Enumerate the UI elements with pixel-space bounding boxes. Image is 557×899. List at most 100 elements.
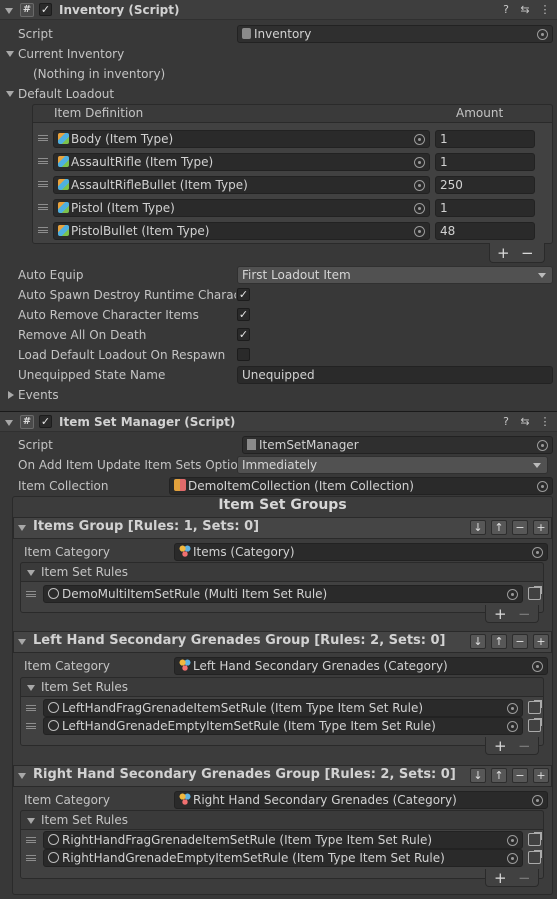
- item-set-rules-foldout-arrow[interactable]: [27, 685, 35, 691]
- open-external-icon[interactable]: [528, 718, 542, 732]
- inventory-enabled-checkbox[interactable]: ✓: [39, 3, 52, 16]
- drag-handle-icon[interactable]: [38, 181, 48, 187]
- move-group-down-button[interactable]: ↓: [470, 768, 486, 783]
- loadout-item-field[interactable]: Body (Item Type): [53, 130, 430, 148]
- auto-equip-dropdown[interactable]: First Loadout Item: [237, 266, 553, 284]
- item-set-manager-foldout-arrow[interactable]: [5, 420, 13, 426]
- drag-handle-icon[interactable]: [38, 204, 48, 210]
- object-picker-icon[interactable]: [414, 203, 425, 214]
- open-external-icon[interactable]: [528, 850, 542, 864]
- item-set-rules-foldout-arrow[interactable]: [27, 818, 35, 824]
- item-set-rule-field[interactable]: LeftHandFragGrenadeItemSetRule (Item Typ…: [43, 699, 523, 717]
- drag-handle-icon[interactable]: [26, 855, 36, 861]
- loadout-item-field[interactable]: AssaultRifleBullet (Item Type): [53, 176, 430, 194]
- add-group-button[interactable]: +: [533, 768, 549, 783]
- object-picker-icon[interactable]: [537, 481, 548, 492]
- presets-icon[interactable]: ⇆: [518, 415, 532, 429]
- events-foldout-arrow[interactable]: [8, 391, 14, 399]
- item-set-manager-header[interactable]: # ✓ Item Set Manager (Script) ? ⇆ ⋮: [0, 411, 557, 432]
- inventory-component-header[interactable]: # ✓ Inventory (Script) ? ⇆ ⋮: [0, 0, 557, 20]
- current-inventory-label[interactable]: Current Inventory: [18, 46, 124, 62]
- loadout-amount-input[interactable]: 48: [435, 222, 535, 240]
- move-group-up-button[interactable]: ↑: [491, 768, 507, 783]
- add-item-set-rule-button[interactable]: +: [494, 607, 507, 622]
- object-picker-icon[interactable]: [414, 226, 425, 237]
- drag-handle-icon[interactable]: [26, 723, 36, 729]
- help-icon[interactable]: ?: [499, 3, 513, 17]
- on-add-item-dropdown[interactable]: Immediately: [237, 456, 548, 474]
- move-group-down-button[interactable]: ↓: [470, 634, 486, 649]
- item-set-group-foldout-arrow[interactable]: [18, 639, 26, 645]
- object-picker-icon[interactable]: [414, 134, 425, 145]
- loadout-item-field[interactable]: Pistol (Item Type): [53, 199, 430, 217]
- object-picker-icon[interactable]: [537, 440, 548, 451]
- default-loadout-foldout-arrow[interactable]: [6, 91, 14, 97]
- loadout-item-field[interactable]: PistolBullet (Item Type): [53, 222, 430, 240]
- drag-handle-icon[interactable]: [26, 837, 36, 843]
- item-collection-field[interactable]: DemoItemCollection (Item Collection): [169, 477, 553, 495]
- loadout-item-field[interactable]: AssaultRifle (Item Type): [53, 153, 430, 171]
- unequipped-state-input[interactable]: Unequipped: [237, 366, 553, 384]
- object-picker-icon[interactable]: [532, 661, 543, 672]
- remove-loadout-item-button[interactable]: −: [521, 246, 534, 261]
- presets-icon[interactable]: ⇆: [518, 3, 532, 17]
- item-category-field[interactable]: Left Hand Secondary Grenades (Category): [174, 657, 548, 675]
- loadout-amount-input[interactable]: 1: [435, 153, 535, 171]
- item-set-rule-field[interactable]: DemoMultiItemSetRule (Multi Item Set Rul…: [43, 585, 523, 603]
- inventory-foldout-arrow[interactable]: [5, 8, 13, 14]
- add-group-button[interactable]: +: [533, 634, 549, 649]
- item-set-rule-field[interactable]: RightHandGrenadeEmptyItemSetRule (Item T…: [43, 849, 523, 867]
- events-label[interactable]: Events: [18, 387, 59, 403]
- add-loadout-item-button[interactable]: +: [497, 246, 510, 261]
- kebab-menu-icon[interactable]: ⋮: [538, 415, 552, 429]
- object-picker-icon[interactable]: [507, 853, 518, 864]
- item-set-rule-field[interactable]: RightHandFragGrenadeItemSetRule (Item Ty…: [43, 831, 523, 849]
- kebab-menu-icon[interactable]: ⋮: [538, 3, 552, 17]
- object-picker-icon[interactable]: [507, 835, 518, 846]
- move-group-up-button[interactable]: ↑: [491, 520, 507, 535]
- remove-group-button[interactable]: −: [512, 520, 528, 535]
- remove-item-set-rule-button[interactable]: −: [518, 607, 531, 622]
- item-set-manager-enabled-checkbox[interactable]: ✓: [39, 415, 52, 428]
- open-external-icon[interactable]: [528, 586, 542, 600]
- inventory-script-field[interactable]: Inventory: [237, 25, 553, 43]
- object-picker-icon[interactable]: [537, 29, 548, 40]
- open-external-icon[interactable]: [528, 700, 542, 714]
- remove-item-set-rule-button[interactable]: −: [518, 739, 531, 754]
- drag-handle-icon[interactable]: [38, 158, 48, 164]
- add-item-set-rule-button[interactable]: +: [494, 739, 507, 754]
- add-group-button[interactable]: +: [533, 520, 549, 535]
- object-picker-icon[interactable]: [414, 180, 425, 191]
- move-group-down-button[interactable]: ↓: [470, 520, 486, 535]
- drag-handle-icon[interactable]: [26, 705, 36, 711]
- drag-handle-icon[interactable]: [38, 135, 48, 141]
- object-picker-icon[interactable]: [532, 795, 543, 806]
- default-loadout-label[interactable]: Default Loadout: [18, 86, 114, 102]
- object-picker-icon[interactable]: [507, 589, 518, 600]
- drag-handle-icon[interactable]: [26, 591, 36, 597]
- remove-group-button[interactable]: −: [512, 768, 528, 783]
- move-group-up-button[interactable]: ↑: [491, 634, 507, 649]
- item-category-field[interactable]: Items (Category): [174, 543, 548, 561]
- remove-all-on-death-checkbox[interactable]: ✓: [237, 328, 250, 341]
- load-default-loadout-checkbox[interactable]: [237, 348, 250, 361]
- item-set-group-foldout-arrow[interactable]: [18, 525, 26, 531]
- auto-spawn-checkbox[interactable]: ✓: [237, 288, 250, 301]
- object-picker-icon[interactable]: [532, 547, 543, 558]
- item-set-group-foldout-arrow[interactable]: [18, 773, 26, 779]
- loadout-amount-input[interactable]: 1: [435, 130, 535, 148]
- remove-group-button[interactable]: −: [512, 634, 528, 649]
- item-set-manager-script-field[interactable]: ItemSetManager: [242, 436, 553, 454]
- loadout-amount-input[interactable]: 1: [435, 199, 535, 217]
- help-icon[interactable]: ?: [499, 415, 513, 429]
- add-item-set-rule-button[interactable]: +: [494, 871, 507, 886]
- remove-item-set-rule-button[interactable]: −: [518, 871, 531, 886]
- object-picker-icon[interactable]: [414, 157, 425, 168]
- loadout-amount-input[interactable]: 250: [435, 176, 535, 194]
- auto-remove-checkbox[interactable]: ✓: [237, 308, 250, 321]
- item-category-field[interactable]: Right Hand Secondary Grenades (Category): [174, 791, 548, 809]
- object-picker-icon[interactable]: [507, 703, 518, 714]
- current-inventory-foldout-arrow[interactable]: [6, 51, 14, 57]
- item-set-rules-foldout-arrow[interactable]: [27, 570, 35, 576]
- object-picker-icon[interactable]: [507, 721, 518, 732]
